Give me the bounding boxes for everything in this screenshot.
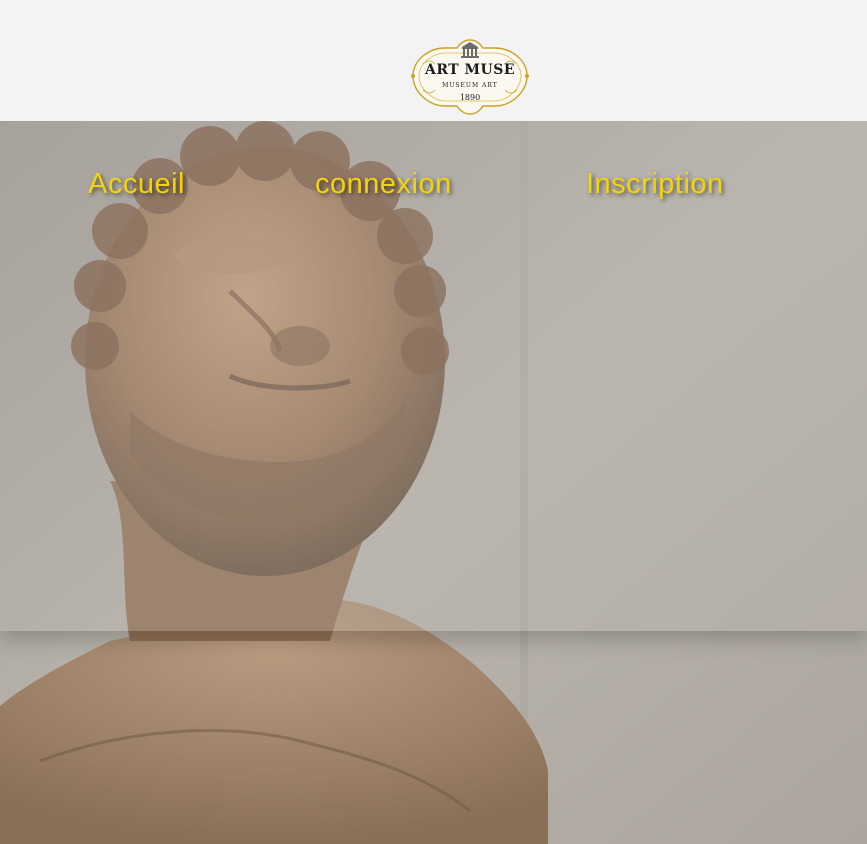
art-muse-logo[interactable]: ART MUSE MUSEUM ART 1890 <box>405 34 535 118</box>
nav-link-inscription[interactable]: Inscription <box>586 168 724 201</box>
logo-title: ART MUSE <box>424 62 516 78</box>
nav-link-connexion[interactable]: connexion <box>315 168 452 201</box>
site-header: ART MUSE MUSEUM ART 1890 <box>0 0 867 121</box>
logo-subtitle: MUSEUM ART <box>442 82 498 89</box>
logo-year: 1890 <box>459 93 481 102</box>
nav-link-accueil[interactable]: Accueil <box>88 168 185 201</box>
hero-banner <box>0 121 867 844</box>
